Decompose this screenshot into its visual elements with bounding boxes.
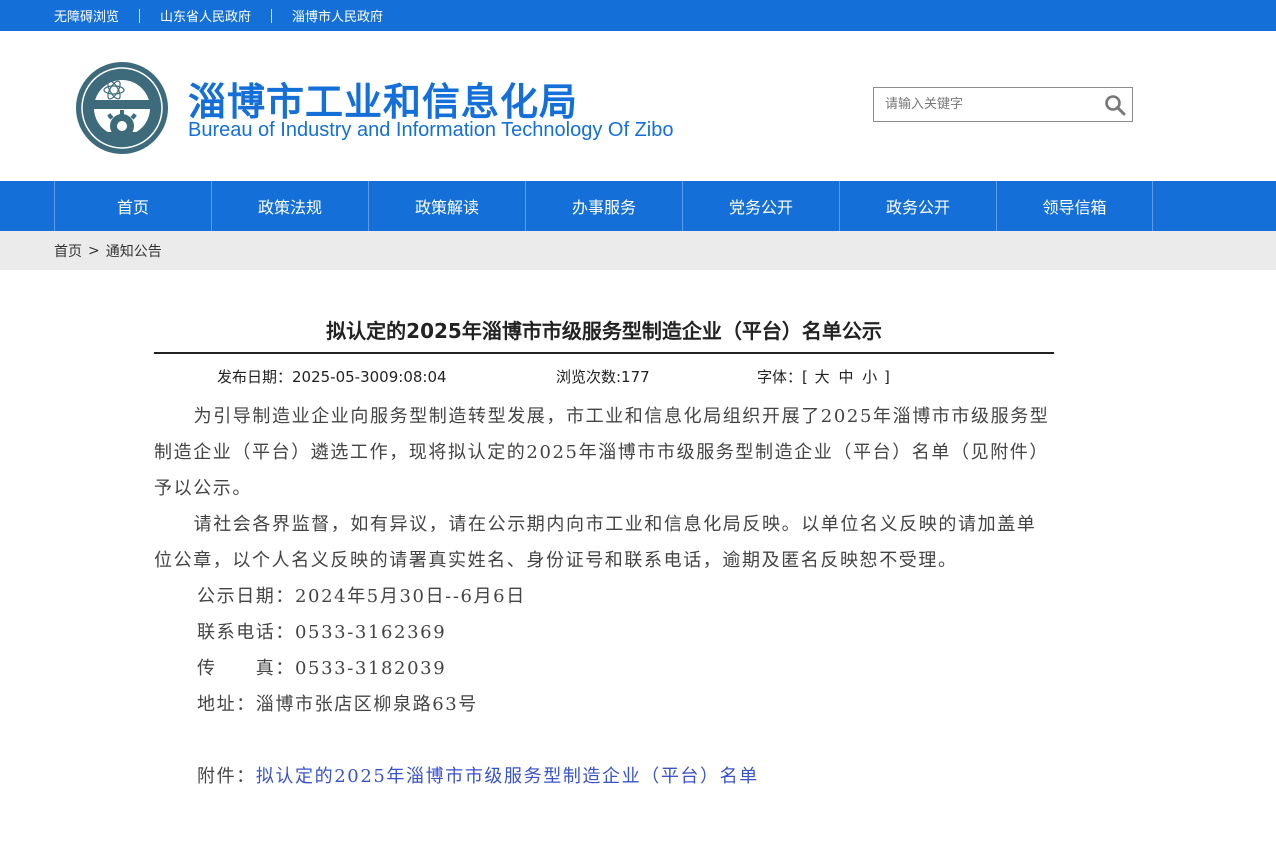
article-body: 为引导制造业企业向服务型制造转型发展，市工业和信息化局组织开展了2025年淄博市… <box>154 399 1054 795</box>
search-icon[interactable] <box>1104 94 1126 116</box>
nav-item-policies[interactable]: 政策法规 <box>211 181 368 231</box>
nav-item-policy-interpretation[interactable]: 政策解读 <box>368 181 525 231</box>
breadcrumb-current-link[interactable]: 通知公告 <box>106 241 162 261</box>
font-size-small[interactable]: 小 <box>862 368 877 386</box>
nav-item-gov-affairs[interactable]: 政务公开 <box>839 181 996 231</box>
nav-item-party-affairs[interactable]: 党务公开 <box>682 181 839 231</box>
notice-period: 公示日期：2024年5月30日--6月6日 <box>197 586 526 607</box>
article: 拟认定的2025年淄博市市级服务型制造企业（平台）名单公示 发布日期：2025-… <box>154 270 1054 795</box>
paragraph-intro: 为引导制造业企业向服务型制造转型发展，市工业和信息化局组织开展了2025年淄博市… <box>154 406 1050 499</box>
font-size-control: 字体：[ 大 中 小 ] <box>757 366 890 387</box>
nav-item-services[interactable]: 办事服务 <box>525 181 682 231</box>
address: 地址：淄博市张店区柳泉路63号 <box>197 694 478 715</box>
attachment-label: 附件： <box>197 766 256 787</box>
font-size-medium[interactable]: 中 <box>838 368 853 386</box>
nav-item-leader-mailbox[interactable]: 领导信箱 <box>996 181 1153 231</box>
top-bar: 无障碍浏览 山东省人民政府 淄博市人民政府 <box>0 0 1276 31</box>
attachment-link[interactable]: 拟认定的2025年淄博市市级服务型制造企业（平台）名单 <box>256 766 759 787</box>
contact-phone: 联系电话：0533-3162369 <box>197 622 447 643</box>
search-input[interactable] <box>874 88 1099 121</box>
breadcrumb-home-link[interactable]: 首页 <box>54 241 82 261</box>
bureau-emblem-icon[interactable] <box>74 60 170 156</box>
shandong-gov-link[interactable]: 山东省人民政府 <box>160 6 251 25</box>
breadcrumb: 首页 > 通知公告 <box>0 231 1276 270</box>
site-title-en: Bureau of Industry and Information Techn… <box>188 119 674 141</box>
zibo-gov-link[interactable]: 淄博市人民政府 <box>292 6 383 25</box>
nav-item-home[interactable]: 首页 <box>54 181 211 231</box>
font-size-label: 字体：[ <box>757 368 808 386</box>
breadcrumb-separator: > <box>88 242 100 259</box>
paragraph-supervision: 请社会各界监督，如有异议，请在公示期内向市工业和信息化局反映。以单位名义反映的请… <box>154 514 1037 571</box>
font-size-large[interactable]: 大 <box>815 368 830 386</box>
view-count: 浏览次数:177 <box>556 368 650 386</box>
font-size-close: ] <box>884 368 890 386</box>
search-box <box>873 87 1133 122</box>
site-header: 淄博市工业和信息化局 Bureau of Industry and Inform… <box>0 31 1276 181</box>
fax-number: 传 真：0533-3182039 <box>197 658 447 679</box>
attachment: 附件：拟认定的2025年淄博市市级服务型制造企业（平台）名单 <box>154 759 1054 795</box>
article-title: 拟认定的2025年淄博市市级服务型制造企业（平台）名单公示 <box>154 270 1054 354</box>
accessibility-link[interactable]: 无障碍浏览 <box>54 6 119 25</box>
article-meta: 发布日期：2025-05-3009:08:04 浏览次数:177 字体：[ 大 … <box>154 354 1054 396</box>
divider <box>139 8 141 23</box>
publish-date: 发布日期：2025-05-3009:08:04 <box>217 368 447 386</box>
main-nav: 首页 政策法规 政策解读 办事服务 党务公开 政务公开 领导信箱 <box>0 181 1276 231</box>
site-title-cn: 淄博市工业和信息化局 <box>188 80 579 124</box>
divider <box>271 8 273 23</box>
